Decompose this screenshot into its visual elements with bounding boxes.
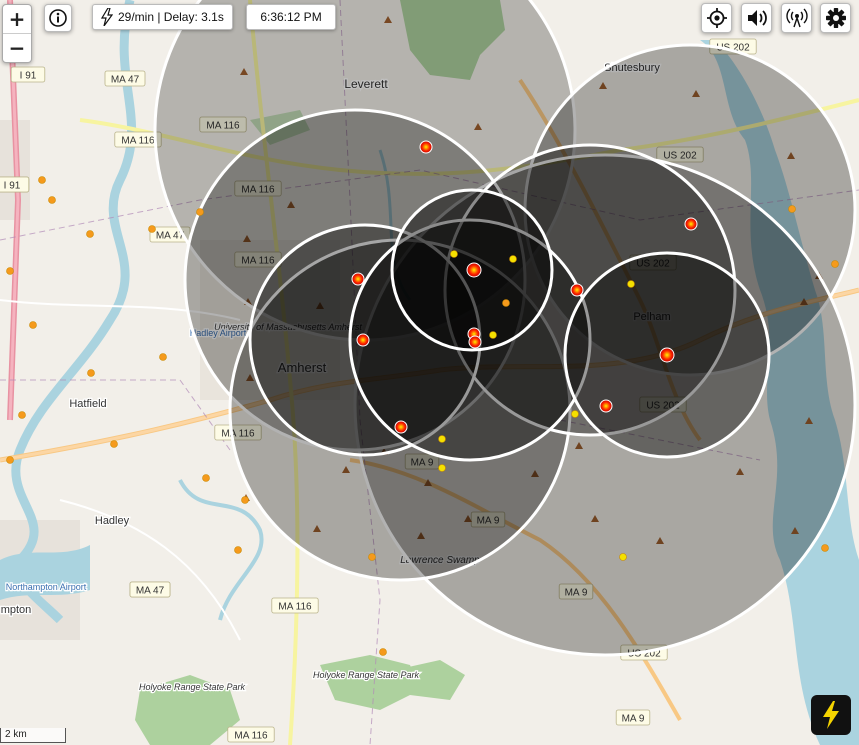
road-shield: MA 9 — [615, 709, 651, 726]
info-icon — [49, 9, 67, 27]
strike-dot — [241, 496, 249, 504]
sound-button[interactable] — [741, 3, 772, 33]
strike-dot — [502, 299, 510, 307]
road-shield: MA 47 — [104, 70, 146, 87]
strike-marker — [466, 262, 482, 278]
strike-dot — [87, 369, 95, 377]
strike-dot — [379, 648, 387, 656]
strike-marker — [351, 272, 365, 286]
strike-marker — [684, 217, 698, 231]
place-label: mpton — [1, 604, 32, 616]
strike-dot — [148, 225, 156, 233]
scale-bar: 2 km — [0, 728, 66, 743]
strike-dot — [831, 260, 839, 268]
strike-dot — [627, 280, 635, 288]
strike-dot — [438, 464, 446, 472]
place-label: Northampton Airport — [6, 582, 87, 592]
strike-marker — [570, 283, 584, 297]
place-label: Hadley — [95, 515, 130, 527]
zoom-control: + − — [2, 4, 32, 63]
info-button[interactable] — [44, 4, 72, 32]
clock-text: 6:36:12 PM — [260, 10, 322, 24]
lightning-mode-button[interactable] — [811, 695, 851, 735]
strike-marker — [356, 333, 370, 347]
strike-dot — [438, 435, 446, 443]
map-canvas[interactable]: MA 47MA 116MA 47MA 116MA 47MA 116MA 116M… — [0, 0, 859, 745]
broadcast-icon — [785, 8, 808, 28]
strike-dot — [196, 208, 204, 216]
strike-dot — [48, 196, 56, 204]
gear-icon — [825, 8, 846, 28]
road-shield: I 91 — [0, 176, 30, 193]
strike-dot — [110, 440, 118, 448]
locate-button[interactable] — [701, 3, 732, 33]
signal-button[interactable] — [781, 3, 812, 33]
strike-dot — [821, 544, 829, 552]
lightning-outline-icon — [101, 8, 113, 26]
zoom-out-button[interactable]: − — [3, 33, 31, 62]
strike-dot — [29, 321, 37, 329]
clock-display: 6:36:12 PM — [246, 4, 336, 30]
zoom-in-button[interactable]: + — [3, 5, 31, 33]
svg-text:MA 116: MA 116 — [234, 731, 268, 742]
road-shield: MA 47 — [129, 581, 171, 598]
settings-button[interactable] — [820, 3, 851, 33]
strike-marker — [419, 140, 433, 154]
strike-dot — [159, 353, 167, 361]
svg-text:I 91: I 91 — [4, 181, 21, 192]
road-shield: I 91 — [10, 66, 46, 83]
scale-label: 2 km — [5, 729, 27, 740]
speaker-icon — [747, 10, 767, 26]
road-shield: MA 116 — [271, 597, 319, 614]
place-label: Holyoke Range State Park — [139, 682, 246, 692]
strike-rate-display: 29/min | Delay: 3.1s — [92, 4, 233, 30]
strike-dot — [234, 546, 242, 554]
strike-dot — [571, 410, 579, 418]
strike-marker — [659, 347, 675, 363]
strike-dot — [509, 255, 517, 263]
svg-text:MA 47: MA 47 — [111, 75, 140, 86]
svg-text:MA 116: MA 116 — [278, 602, 312, 613]
svg-text:MA 47: MA 47 — [136, 586, 165, 597]
strike-dot — [18, 411, 26, 419]
strike-dot — [6, 456, 14, 464]
strike-dot — [619, 553, 627, 561]
svg-text:MA 116: MA 116 — [121, 136, 155, 147]
strike-dot — [489, 331, 497, 339]
strike-dot — [368, 553, 376, 561]
svg-text:MA 9: MA 9 — [622, 714, 645, 725]
strike-dot — [6, 267, 14, 275]
lightning-icon — [823, 701, 839, 729]
crosshair-icon — [706, 8, 727, 28]
strike-dot — [202, 474, 210, 482]
svg-text:I 91: I 91 — [20, 71, 37, 82]
place-label: Hatfield — [69, 398, 106, 410]
strike-dot — [86, 230, 94, 238]
road-shield: MA 116 — [227, 726, 275, 743]
strike-marker — [394, 420, 408, 434]
strike-dot — [38, 176, 46, 184]
strike-dot — [788, 205, 796, 213]
strike-marker — [599, 399, 613, 413]
place-label: Holyoke Range State Park — [313, 670, 420, 680]
rate-delay-text: 29/min | Delay: 3.1s — [118, 10, 224, 24]
strike-marker — [468, 335, 482, 349]
strike-dot — [450, 250, 458, 258]
